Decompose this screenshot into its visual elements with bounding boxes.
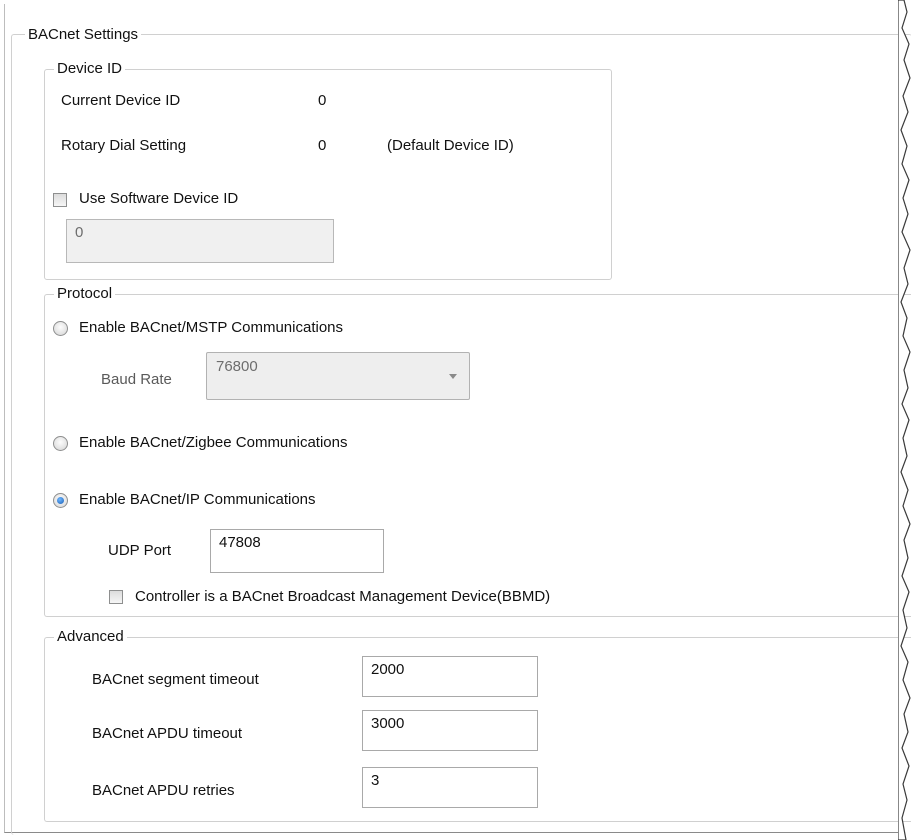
bbmd-checkbox[interactable] xyxy=(109,590,123,604)
segment-timeout-label: BACnet segment timeout xyxy=(92,671,259,688)
zigbee-label[interactable]: Enable BACnet/Zigbee Communications xyxy=(79,434,347,452)
ip-radio[interactable] xyxy=(53,493,68,508)
use-software-device-id-checkbox[interactable] xyxy=(53,193,67,207)
protocol-legend: Protocol xyxy=(54,285,116,303)
rotary-dial-label: Rotary Dial Setting xyxy=(61,137,187,154)
baud-rate-value: 76800 xyxy=(216,358,258,375)
radio-selected-dot xyxy=(57,497,64,504)
bacnet-settings-title: BACnet Settings xyxy=(25,26,142,44)
mstp-label[interactable]: Enable BACnet/MSTP Communications xyxy=(79,319,343,337)
segment-timeout-input[interactable]: 2000 xyxy=(362,656,538,697)
bacnet-settings-panel: BACnet Settings Device ID Current Device… xyxy=(4,4,911,835)
apdu-timeout-label: BACnet APDU timeout xyxy=(92,725,243,742)
udp-port-input[interactable]: 47808 xyxy=(210,529,384,573)
rotary-dial-note: (Default Device ID) xyxy=(387,137,514,154)
udp-port-label: UDP Port xyxy=(108,542,172,559)
advanced-legend: Advanced xyxy=(54,628,127,646)
bbmd-label[interactable]: Controller is a BACnet Broadcast Managem… xyxy=(135,588,550,606)
current-device-id-label: Current Device ID xyxy=(61,92,181,109)
apdu-timeout-input[interactable]: 3000 xyxy=(362,710,538,751)
zigbee-radio[interactable] xyxy=(53,436,68,451)
protocol-group xyxy=(44,294,911,617)
baud-rate-select[interactable]: 76800 xyxy=(206,352,470,400)
torn-edge-decoration xyxy=(898,0,911,840)
apdu-retries-label: BACnet APDU retries xyxy=(92,782,235,799)
mstp-radio[interactable] xyxy=(53,321,68,336)
baud-rate-label: Baud Rate xyxy=(101,371,172,388)
current-device-id-value: 0 xyxy=(318,92,327,109)
software-device-id-input[interactable]: 0 xyxy=(66,219,334,263)
device-id-legend: Device ID xyxy=(54,60,126,78)
apdu-retries-input[interactable]: 3 xyxy=(362,767,538,808)
chevron-down-icon xyxy=(449,374,457,379)
use-software-device-id-label[interactable]: Use Software Device ID xyxy=(79,190,238,208)
rotary-dial-value: 0 xyxy=(318,137,327,154)
ip-label[interactable]: Enable BACnet/IP Communications xyxy=(79,491,316,509)
